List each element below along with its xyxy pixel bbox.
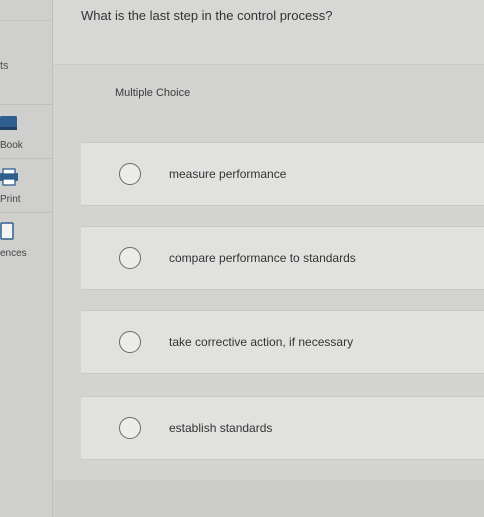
choice-option[interactable]: take corrective action, if necessary bbox=[81, 310, 484, 374]
choice-option[interactable]: measure performance bbox=[81, 142, 484, 206]
radio-button[interactable] bbox=[119, 163, 141, 185]
page-footer-area bbox=[53, 480, 484, 517]
choice-label: take corrective action, if necessary bbox=[169, 335, 354, 349]
sidebar-item-label: Print bbox=[0, 194, 21, 205]
choice-label: compare performance to standards bbox=[169, 251, 356, 265]
sidebar-item-print[interactable]: Print bbox=[0, 158, 52, 213]
references-icon bbox=[0, 221, 20, 241]
print-icon bbox=[0, 167, 20, 187]
sidebar-item-label: ences bbox=[0, 248, 27, 259]
radio-button[interactable] bbox=[119, 247, 141, 269]
book-icon bbox=[0, 113, 20, 133]
choice-label: measure performance bbox=[169, 167, 287, 181]
question-text: What is the last step in the control pro… bbox=[81, 8, 333, 23]
sidebar-item-ebook[interactable]: Book bbox=[0, 104, 52, 159]
sidebar-item-references[interactable]: ences bbox=[0, 212, 52, 267]
choice-label: establish standards bbox=[169, 421, 273, 435]
radio-button[interactable] bbox=[119, 331, 141, 353]
sidebar-top-strip bbox=[0, 0, 52, 21]
sidebar-item-label: Book bbox=[0, 140, 23, 151]
question-panel: What is the last step in the control pro… bbox=[53, 0, 484, 517]
radio-button[interactable] bbox=[119, 417, 141, 439]
sidebar: ts Book Print ences bbox=[0, 0, 53, 517]
question-type-label: Multiple Choice bbox=[115, 87, 191, 99]
choice-option[interactable]: establish standards bbox=[81, 396, 484, 460]
choice-option[interactable]: compare performance to standards bbox=[81, 226, 484, 290]
sidebar-stub-label: ts bbox=[0, 60, 9, 72]
